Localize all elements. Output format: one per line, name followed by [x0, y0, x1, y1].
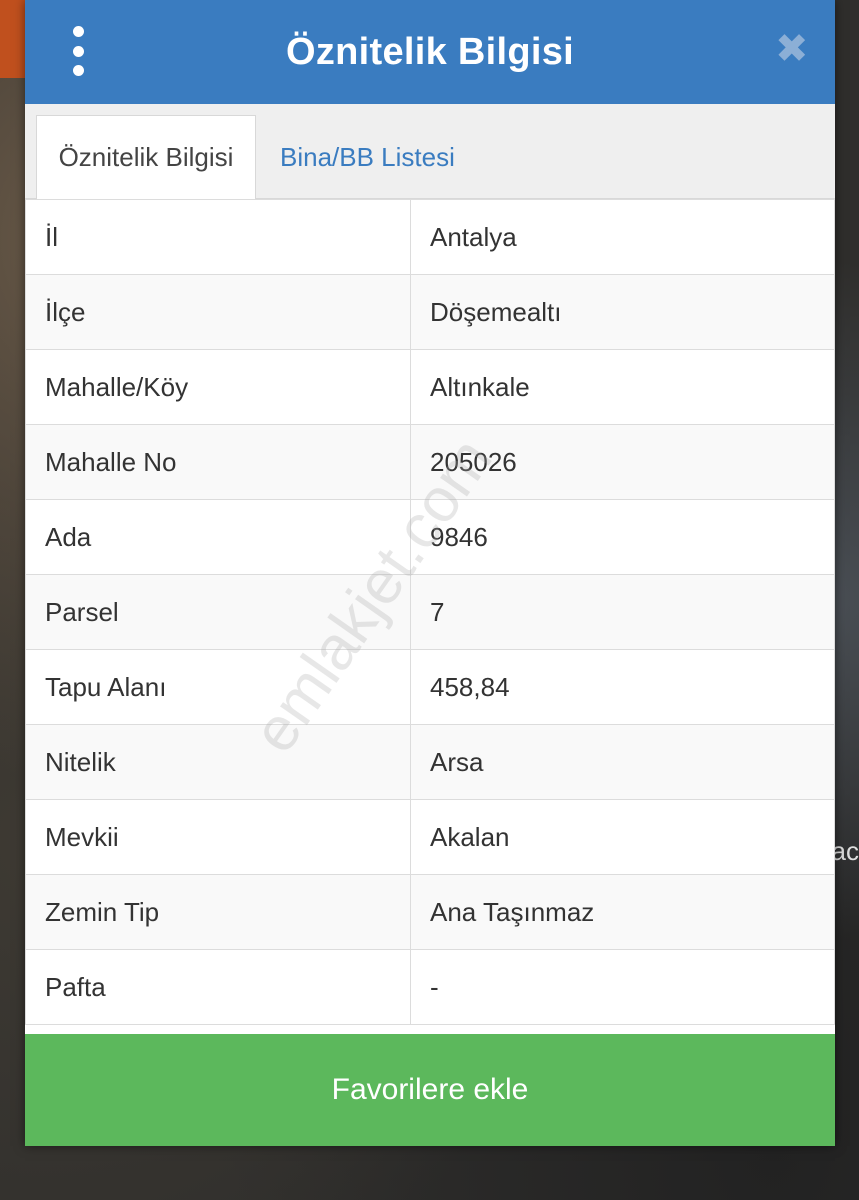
close-icon[interactable]: ✖ — [775, 29, 809, 69]
row-key: Nitelik — [25, 724, 411, 800]
row-key: Pafta — [25, 949, 411, 1025]
table-row: Ada 9846 — [25, 499, 835, 575]
add-to-favorites-button[interactable]: Favorilere ekle — [25, 1034, 835, 1146]
row-key: İlçe — [25, 274, 411, 350]
table-row: Parsel 7 — [25, 574, 835, 650]
row-key: İl — [25, 199, 411, 275]
dialog-title: Öznitelik Bilgisi — [285, 30, 575, 73]
table-row: İlçe Döşemealtı — [25, 274, 835, 350]
table-row: İl Antalya — [25, 199, 835, 275]
dialog-header: Öznitelik Bilgisi ✖ — [25, 0, 835, 104]
table-row: Tapu Alanı 458,84 — [25, 649, 835, 725]
tab-building-list[interactable]: Bina/BB Listesi — [280, 115, 455, 199]
row-value: Antalya — [410, 199, 835, 275]
tab-attribute-info[interactable]: Öznitelik Bilgisi — [36, 115, 256, 199]
row-key: Parsel — [25, 574, 411, 650]
row-key: Ada — [25, 499, 411, 575]
row-value: Arsa — [410, 724, 835, 800]
table-row: Mevkii Akalan — [25, 799, 835, 875]
row-value: Akalan — [410, 799, 835, 875]
row-value: 7 — [410, 574, 835, 650]
row-key: Zemin Tip — [25, 874, 411, 950]
row-value: 458,84 — [410, 649, 835, 725]
tab-bar: Öznitelik Bilgisi Bina/BB Listesi — [25, 104, 835, 199]
table-row: Mahalle/Köy Altınkale — [25, 349, 835, 425]
table-row: Zemin Tip Ana Taşınmaz — [25, 874, 835, 950]
attribute-info-dialog: Öznitelik Bilgisi ✖ Öznitelik Bilgisi Bi… — [25, 0, 835, 1146]
row-key: Mahalle/Köy — [25, 349, 411, 425]
row-key: Mevkii — [25, 799, 411, 875]
row-value: 205026 — [410, 424, 835, 500]
table-row: Nitelik Arsa — [25, 724, 835, 800]
map-background-marker — [0, 0, 26, 78]
row-value: Ana Taşınmaz — [410, 874, 835, 950]
row-value: 9846 — [410, 499, 835, 575]
row-value: Altınkale — [410, 349, 835, 425]
row-value: Döşemealtı — [410, 274, 835, 350]
table-row: Pafta - — [25, 949, 835, 1025]
attribute-table: İl Antalya İlçe Döşemealtı Mahalle/Köy Altı… — [25, 199, 835, 1025]
kebab-menu-icon[interactable] — [63, 26, 93, 76]
row-value: - — [410, 949, 835, 1025]
map-label-text: ac — [831, 836, 859, 866]
row-key: Tapu Alanı — [25, 649, 411, 725]
row-key: Mahalle No — [25, 424, 411, 500]
table-row: Mahalle No 205026 — [25, 424, 835, 500]
